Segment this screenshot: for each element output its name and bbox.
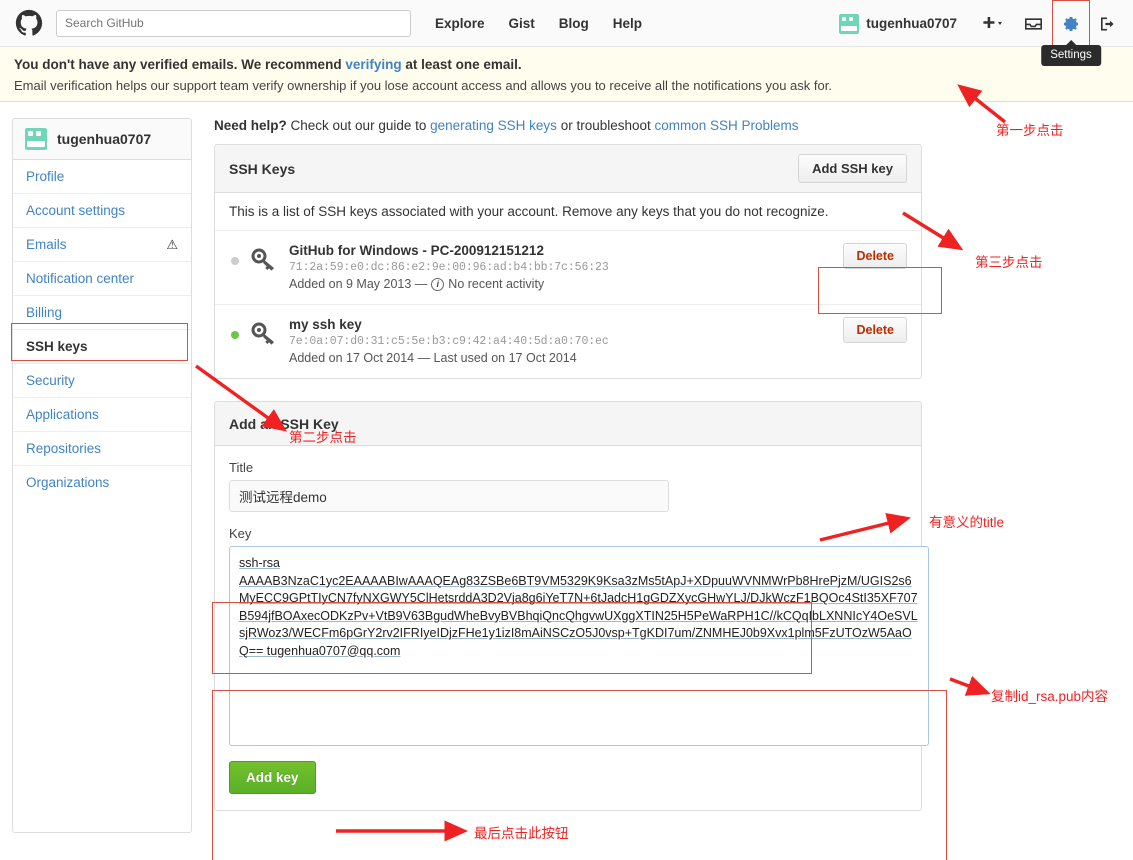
header-right-area: tugenhua0707 Settings (839, 0, 1125, 66)
sidebar-item-billing[interactable]: Billing (13, 296, 191, 330)
sidebar-item-ssh-keys[interactable]: SSH keys (13, 330, 191, 364)
add-ssh-key-header: Add an SSH Key (215, 402, 921, 446)
generating-ssh-keys-link[interactable]: generating SSH keys (430, 118, 557, 133)
key-icon (251, 248, 277, 275)
delete-key-button[interactable]: Delete (843, 243, 907, 269)
key-field-group: Key ssh-rsa AAAAB3NzaC1yc2EAAAABIwAAAQEA… (229, 526, 929, 749)
main-content: Need help? Check out our guide to genera… (192, 118, 932, 833)
sidebar-item-applications[interactable]: Applications (13, 398, 191, 432)
key-textarea[interactable]: ssh-rsa AAAAB3NzaC1yc2EAAAABIwAAAQEAg83Z… (229, 546, 929, 746)
sidebar-item-label: Repositories (26, 441, 102, 456)
key-meta: Added on 9 May 2013 — i No recent activi… (289, 277, 843, 291)
page-body: tugenhua0707 Profile Account settings Em… (0, 102, 1133, 860)
form-actions: Add key (229, 761, 907, 794)
flash-headline: You don't have any verified emails. We r… (14, 57, 1119, 72)
search-input[interactable] (56, 9, 411, 37)
settings-sidebar: tugenhua0707 Profile Account settings Em… (12, 118, 192, 833)
github-mark-icon[interactable] (14, 8, 44, 38)
flash-headline-after: at least one email. (401, 57, 522, 72)
need-help-text: Need help? Check out our guide to genera… (214, 118, 922, 133)
sidebar-username: tugenhua0707 (57, 131, 152, 147)
key-fingerprint: 71:2a:59:e0:dc:86:e2:9e:00:96:ad:b4:bb:7… (289, 261, 609, 274)
ssh-keys-title: SSH Keys (229, 160, 296, 177)
settings-tooltip: Settings (1041, 40, 1101, 66)
key-added-date: Added on 9 May 2013 — (289, 277, 428, 291)
nav-explore[interactable]: Explore (435, 16, 485, 31)
sidebar-item-label: Profile (26, 169, 65, 184)
sidebar-item-organizations[interactable]: Organizations (13, 466, 191, 499)
key-meta: Added on 17 Oct 2014 — Last used on 17 O… (289, 351, 843, 365)
table-row: GitHub for Windows - PC-200912151212 71:… (215, 231, 921, 305)
add-ssh-key-form: Title Key ssh-rsa AAAAB3NzaC1yc2EAAAABIw… (215, 446, 929, 810)
sidebar-item-account-settings[interactable]: Account settings (13, 194, 191, 228)
key-fingerprint: 7e:0a:07:d0:31:c5:5e:b3:c9:42:a4:40:5d:a… (289, 335, 609, 348)
sidebar-item-notification-center[interactable]: Notification center (13, 262, 191, 296)
sidebar-item-label: SSH keys (26, 339, 88, 354)
sidebar-header: tugenhua0707 (13, 119, 191, 160)
nav-blog[interactable]: Blog (559, 16, 589, 31)
sidebar-item-emails[interactable]: Emails ⚠ (13, 228, 191, 262)
key-name: GitHub for Windows - PC-200912151212 (289, 243, 544, 258)
sidebar-item-label: Security (26, 373, 75, 388)
ssh-keys-description: This is a list of SSH keys associated wi… (215, 193, 921, 231)
key-name: my ssh key (289, 317, 362, 332)
key-icon (251, 322, 277, 349)
title-field-group: Title (229, 460, 907, 512)
nav-gist[interactable]: Gist (509, 16, 535, 31)
ssh-keys-panel-header: SSH Keys Add SSH key (215, 145, 921, 193)
need-help-text1: Check out our guide to (286, 118, 431, 133)
key-info: GitHub for Windows - PC-200912151212 71:… (289, 243, 843, 291)
sidebar-item-label: Billing (26, 305, 63, 320)
key-status-dot (231, 331, 239, 339)
need-help-text2: or troubleshoot (556, 118, 655, 133)
common-ssh-problems-link[interactable]: common SSH Problems (655, 118, 799, 133)
sidebar-item-label: Applications (26, 407, 99, 422)
add-ssh-key-button[interactable]: Add SSH key (798, 154, 907, 183)
header-username[interactable]: tugenhua0707 (866, 16, 957, 31)
title-label: Title (229, 460, 254, 475)
header-nav: Explore Gist Blog Help (435, 16, 666, 31)
add-ssh-key-title: Add an SSH Key (229, 415, 339, 432)
key-added-date: Added on 17 Oct 2014 — Last used on 17 O… (289, 351, 577, 365)
table-row: my ssh key 7e:0a:07:d0:31:c5:5e:b3:c9:42… (215, 305, 921, 378)
add-ssh-key-panel: Add an SSH Key Title Key ssh-rsa AAAAB3N… (214, 401, 929, 811)
nav-help[interactable]: Help (613, 16, 642, 31)
sidebar-item-label: Emails (26, 237, 67, 252)
need-help-bold: Need help? (214, 118, 287, 133)
warning-icon: ⚠ (166, 237, 178, 252)
site-header: Explore Gist Blog Help tugenhua0707 (0, 0, 1133, 66)
ssh-keys-panel: SSH Keys Add SSH key This is a list of S… (214, 144, 922, 379)
avatar[interactable] (839, 13, 860, 34)
plus-dropdown-icon[interactable] (973, 0, 1015, 47)
flash-headline-before: You don't have any verified emails. We r… (14, 57, 346, 72)
sidebar-item-label: Organizations (26, 475, 110, 490)
verifying-link[interactable]: verifying (345, 57, 401, 72)
add-key-button[interactable]: Add key (229, 761, 316, 794)
delete-key-button[interactable]: Delete (843, 317, 907, 343)
sign-out-icon[interactable] (1090, 0, 1125, 47)
key-label: Key (229, 526, 252, 541)
inbox-icon[interactable] (1015, 0, 1052, 47)
key-info: my ssh key 7e:0a:07:d0:31:c5:5e:b3:c9:42… (289, 317, 843, 365)
key-activity: No recent activity (448, 277, 545, 291)
key-status-dot (231, 257, 239, 265)
email-verification-flash: You don't have any verified emails. We r… (0, 47, 1133, 102)
sidebar-item-profile[interactable]: Profile (13, 160, 191, 194)
sidebar-item-label: Account settings (26, 203, 126, 218)
sidebar-item-security[interactable]: Security (13, 364, 191, 398)
sidebar-avatar (25, 128, 47, 150)
flash-subtext: Email verification helps our support tea… (14, 78, 832, 93)
info-icon: i (431, 277, 445, 291)
sidebar-item-label: Notification center (26, 271, 135, 286)
settings-wrapper: Settings (1041, 0, 1101, 66)
title-input[interactable] (229, 480, 669, 512)
sidebar-item-repositories[interactable]: Repositories (13, 432, 191, 466)
